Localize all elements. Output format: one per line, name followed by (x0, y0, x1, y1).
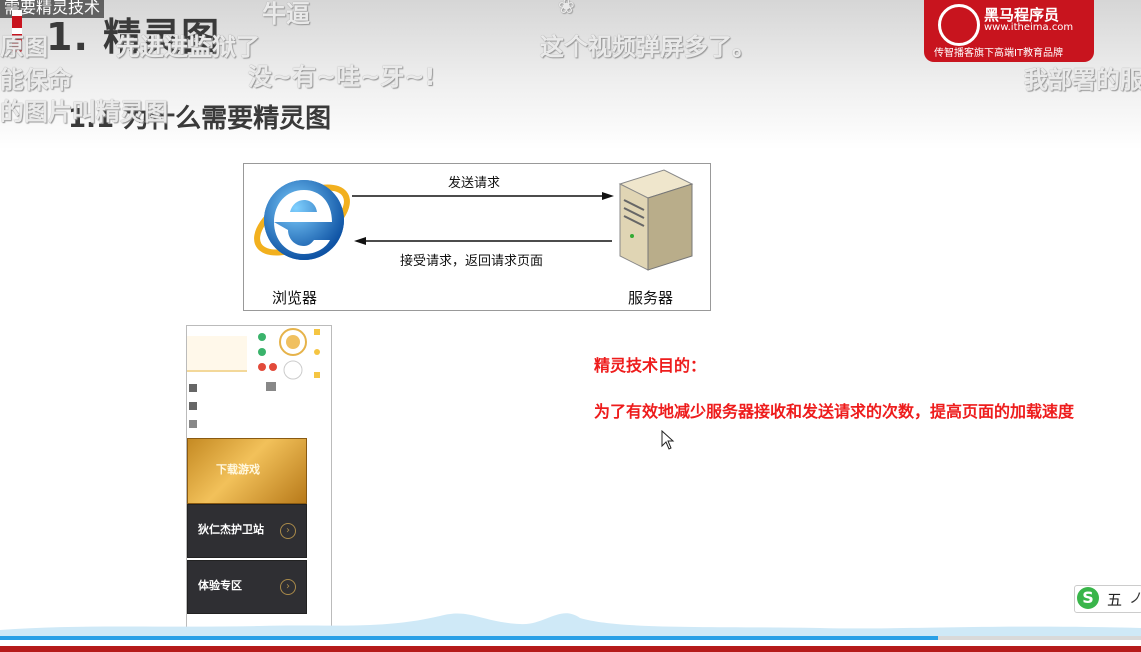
danmaku-comment: 牛逼 (262, 0, 310, 28)
sprite-icons (189, 328, 320, 428)
request-label: 发送请求 (448, 176, 501, 191)
logo-mark-icon (938, 4, 980, 46)
danmaku-comment: 原图 (0, 33, 48, 61)
video-progress-remaining[interactable] (938, 636, 1141, 640)
danmaku-comment: 的图片叫精灵图 (0, 98, 168, 126)
danmaku-comment: 没~有~哇~牙~! (248, 63, 436, 91)
guard-station-card: 狄仁杰护卫站 › (187, 504, 307, 558)
ime-mode-label[interactable]: 五 (1107, 589, 1122, 610)
download-game-card: 下载游戏 (187, 438, 307, 504)
danmaku-comment: 我部署的服 (1024, 66, 1141, 94)
response-arrow (354, 237, 612, 245)
danmaku-comment: 能保命 (0, 66, 72, 94)
server-icon (618, 169, 694, 271)
bottom-wave-decoration (0, 613, 1141, 636)
chevron-right-icon: › (280, 579, 296, 595)
goal-title: 精灵技术目的： (594, 356, 707, 375)
request-diagram: 发送请求 接受请求，返回请求页面 浏览器 服务器 (243, 163, 711, 311)
ime-toolbar[interactable]: S 五 ノ (1074, 585, 1141, 613)
itheima-logo: 黑马程序员 www.itheima.com 传智播客旗下高端IT教育品牌 (924, 0, 1094, 62)
browser-label: 浏览器 (272, 289, 318, 307)
danmaku-comment: 这个视频弹屏多了。 (540, 33, 756, 61)
experience-zone-label: 体验专区 (198, 579, 242, 592)
danmaku-comment: 先进进监狱了 (116, 33, 260, 61)
logo-url: www.itheima.com (984, 22, 1074, 33)
mouse-cursor-icon (661, 430, 675, 450)
video-progress-bar[interactable] (0, 636, 938, 640)
ime-punctuation-icon[interactable]: ノ (1129, 588, 1141, 608)
bottom-red-strip (0, 646, 1141, 652)
sprite-example-image: 下载游戏 狄仁杰护卫站 › 体验专区 › (186, 325, 332, 631)
sogou-logo-icon[interactable]: S (1077, 587, 1099, 609)
logo-slogan: 传智播客旗下高端IT教育品牌 (934, 48, 1064, 59)
response-label: 接受请求，返回请求页面 (400, 254, 544, 269)
chevron-right-icon: › (280, 523, 296, 539)
guard-station-label: 狄仁杰护卫站 (198, 523, 264, 536)
download-game-label: 下载游戏 (216, 463, 260, 476)
danmaku-comment: ❀ (558, 0, 575, 18)
browser-icon (254, 180, 350, 260)
goal-text: 为了有效地减少服务器接收和发送请求的次数，提高页面的加载速度 (594, 402, 1075, 421)
request-arrow (352, 192, 614, 200)
server-label: 服务器 (628, 289, 674, 307)
